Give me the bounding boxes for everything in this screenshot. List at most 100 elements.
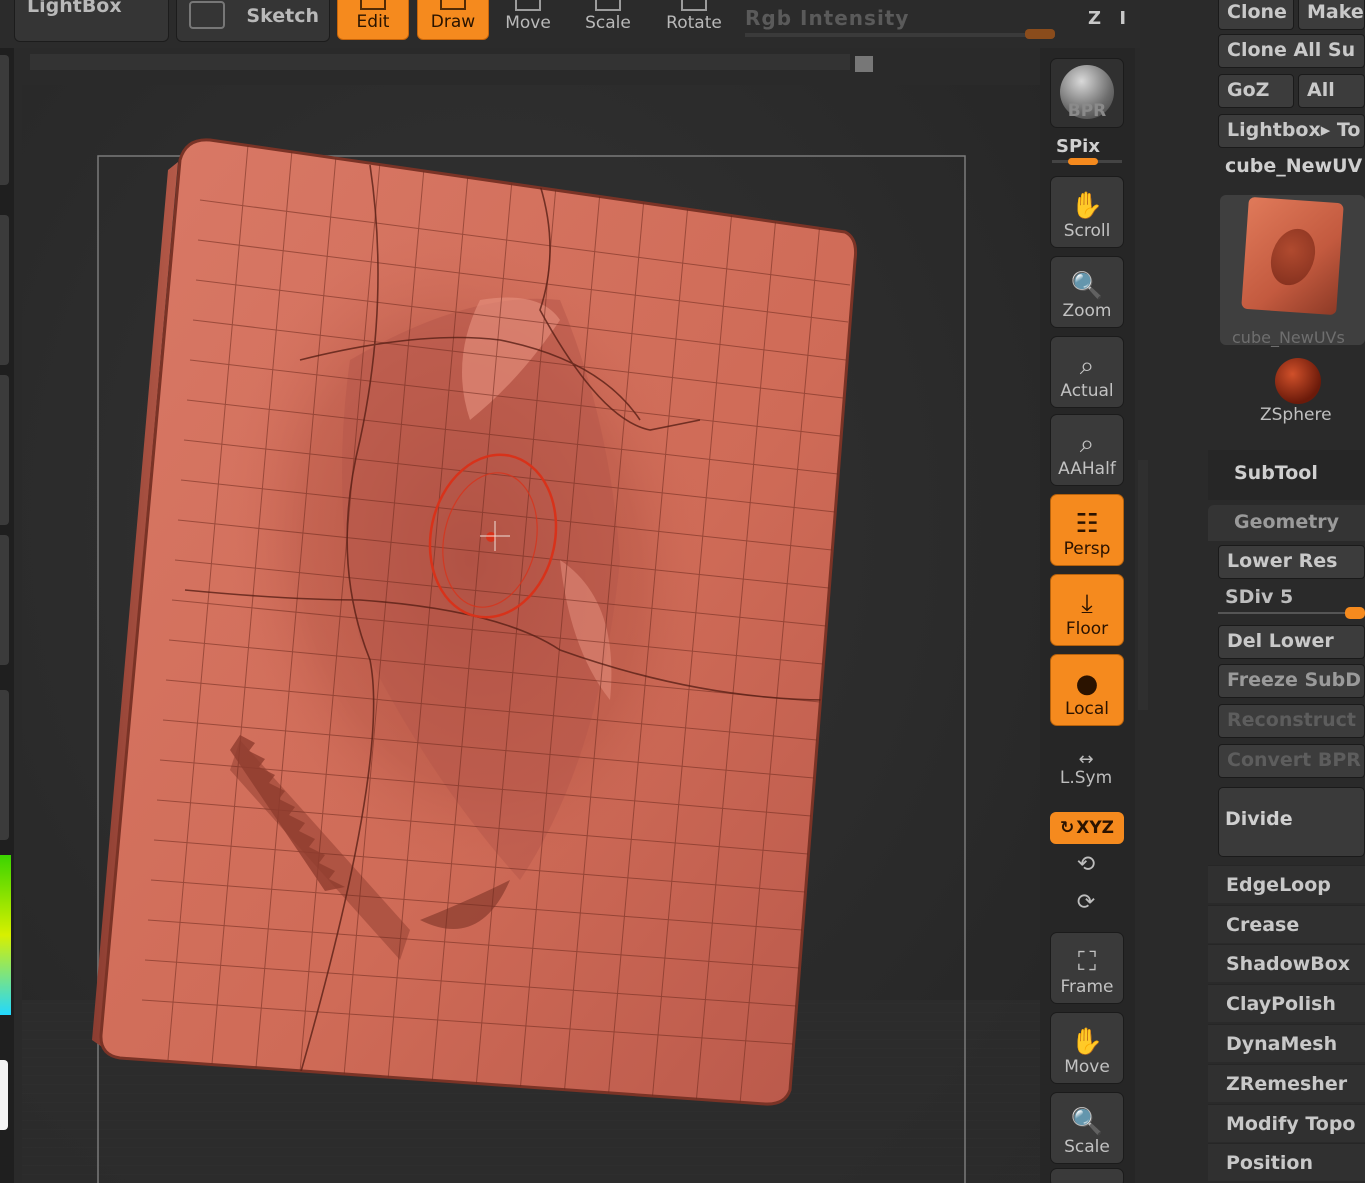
- rotate-label: Rotate: [666, 13, 722, 33]
- make-label: Make: [1307, 1, 1364, 23]
- clone-all-button[interactable]: Clone All Su: [1218, 34, 1365, 68]
- draw-button[interactable]: Draw: [417, 0, 489, 40]
- all-label: All: [1307, 79, 1335, 101]
- hand-icon: ✋: [1070, 191, 1104, 221]
- edit-button[interactable]: Edit: [337, 0, 409, 40]
- geometry-item-edgeloop[interactable]: EdgeLoop: [1208, 865, 1365, 903]
- zsphere-icon[interactable]: [1275, 358, 1321, 404]
- freeze-subd-button[interactable]: Freeze SubD: [1218, 664, 1365, 698]
- xyz-rotate-icon: ↻: [1060, 818, 1075, 838]
- rotate-icon: [681, 0, 707, 11]
- frame-button[interactable]: ⛶ Frame: [1050, 932, 1124, 1004]
- scroll-button[interactable]: ✋ Scroll: [1050, 176, 1124, 248]
- del-lower-label: Del Lower: [1227, 630, 1334, 652]
- aahalf-label: AAHalf: [1058, 459, 1116, 479]
- persp-button[interactable]: ☷ Persp: [1050, 494, 1124, 566]
- actual-button[interactable]: ⌕ Actual: [1050, 336, 1124, 408]
- spix-slider-handle[interactable]: [1068, 158, 1098, 165]
- top-toolbar: [0, 0, 1140, 48]
- geometry-item-label: Position: [1226, 1152, 1313, 1174]
- subtool-header[interactable]: SubTool: [1208, 450, 1365, 500]
- perspective-grid-icon: ☷: [1075, 509, 1099, 539]
- sketch-label: Sketch: [246, 5, 319, 27]
- spix-label: SPix: [1056, 136, 1100, 157]
- geometry-item-zremesher[interactable]: ZRemesher: [1208, 1064, 1365, 1102]
- geometry-item-dynamesh[interactable]: DynaMesh: [1208, 1024, 1365, 1062]
- geometry-header[interactable]: Geometry: [1208, 505, 1365, 541]
- rgb-intensity-knob[interactable]: [1025, 29, 1055, 39]
- convert-bpr-button[interactable]: Convert BPR: [1218, 744, 1365, 778]
- y-rotate-icon: ⟲: [1076, 852, 1096, 877]
- bpr-button[interactable]: BPR: [1050, 58, 1124, 128]
- mesh-render[interactable]: [0, 0, 1365, 1183]
- z-rotate-button[interactable]: ⟳: [1058, 890, 1114, 915]
- color-picker-bar[interactable]: [0, 855, 11, 1015]
- left-tray-segment[interactable]: [0, 535, 9, 665]
- scale-magnifier-icon: 🔍: [1070, 1107, 1104, 1137]
- left-tray-segment[interactable]: [0, 55, 9, 185]
- xyz-rotate-button[interactable]: ↻ XYZ: [1050, 812, 1124, 844]
- rotate-button[interactable]: Rotate: [658, 0, 730, 40]
- subtool-label: SubTool: [1234, 462, 1318, 484]
- horizontal-scrollbar[interactable]: [30, 54, 850, 70]
- goz-button[interactable]: GoZ: [1218, 74, 1294, 108]
- zoom-label: Zoom: [1062, 301, 1112, 321]
- move-button[interactable]: Move: [492, 0, 564, 40]
- del-lower-button[interactable]: Del Lower: [1218, 625, 1365, 659]
- reconstruct-subd-button[interactable]: Reconstruct: [1218, 704, 1365, 738]
- geometry-item-claypolish[interactable]: ClayPolish: [1208, 984, 1365, 1022]
- edit-label: Edit: [356, 12, 390, 32]
- move-label: Move: [505, 13, 551, 33]
- local-button[interactable]: ● Local: [1050, 654, 1124, 726]
- scale-view-label: Scale: [1064, 1137, 1110, 1157]
- geometry-item-position[interactable]: Position: [1208, 1143, 1365, 1181]
- sketch-button[interactable]: Sketch: [176, 0, 330, 42]
- sdiv-slider[interactable]: [1218, 612, 1365, 614]
- clone-button[interactable]: Clone: [1218, 0, 1294, 30]
- geometry-item-shadowbox[interactable]: ShadowBox: [1208, 944, 1365, 982]
- draw-icon: [440, 0, 466, 10]
- actual-label: Actual: [1060, 381, 1114, 401]
- geometry-item-crease[interactable]: Crease: [1208, 905, 1365, 943]
- scroll-label: Scroll: [1063, 221, 1111, 241]
- all-button[interactable]: All: [1298, 74, 1365, 108]
- freeze-subd-label: Freeze SubD: [1227, 669, 1362, 691]
- scale-button[interactable]: Scale: [572, 0, 644, 40]
- local-label: Local: [1064, 699, 1110, 719]
- rotate-view-button[interactable]: [1050, 1168, 1124, 1183]
- zoom-button[interactable]: 🔍 Zoom: [1050, 256, 1124, 328]
- make-button[interactable]: Make: [1298, 0, 1365, 30]
- scale-icon: [595, 0, 621, 11]
- draw-label: Draw: [430, 12, 476, 32]
- frame-icon: ⛶: [1077, 947, 1097, 977]
- left-tray-segment[interactable]: [0, 690, 9, 840]
- magnifier-half-icon: ⌕: [1079, 429, 1095, 459]
- geometry-item-modify-topology[interactable]: Modify Topo: [1208, 1104, 1365, 1142]
- lightbox-tools-button[interactable]: Lightbox▸ To: [1218, 114, 1365, 148]
- secondary-color-swatch[interactable]: [0, 1060, 8, 1130]
- left-tray-segment[interactable]: [0, 375, 9, 525]
- magnifier-actual-icon: ⌕: [1079, 351, 1095, 381]
- geometry-item-label: Crease: [1226, 914, 1300, 936]
- floor-button[interactable]: ⤓ Floor: [1050, 574, 1124, 646]
- clone-all-label: Clone All Su: [1227, 39, 1356, 61]
- sdiv-slider-handle[interactable]: [1345, 607, 1365, 619]
- scale-view-button[interactable]: 🔍 Scale: [1050, 1092, 1124, 1164]
- lightbox-button[interactable]: LightBox: [14, 0, 169, 42]
- geometry-item-label: ZRemesher: [1226, 1073, 1348, 1095]
- y-rotate-button[interactable]: ⟲: [1058, 852, 1114, 877]
- floor-label: Floor: [1065, 619, 1109, 639]
- lsym-button[interactable]: ↔ L.Sym: [1058, 751, 1114, 789]
- panel-scrollbar[interactable]: [1138, 460, 1148, 710]
- scroll-handle[interactable]: [855, 56, 873, 72]
- lightbox-tools-label: Lightbox▸ To: [1227, 119, 1361, 141]
- lsym-label: L.Sym: [1059, 768, 1113, 788]
- move-view-button[interactable]: ✋ Move: [1050, 1012, 1124, 1084]
- divide-label: Divide: [1225, 808, 1293, 830]
- rgb-intensity-slider[interactable]: [745, 33, 1055, 37]
- divide-button[interactable]: Divide: [1218, 787, 1365, 857]
- zi-label: Z I: [1088, 8, 1133, 29]
- left-tray-segment[interactable]: [0, 215, 9, 365]
- lower-res-button[interactable]: Lower Res: [1218, 545, 1365, 579]
- aahalf-button[interactable]: ⌕ AAHalf: [1050, 414, 1124, 486]
